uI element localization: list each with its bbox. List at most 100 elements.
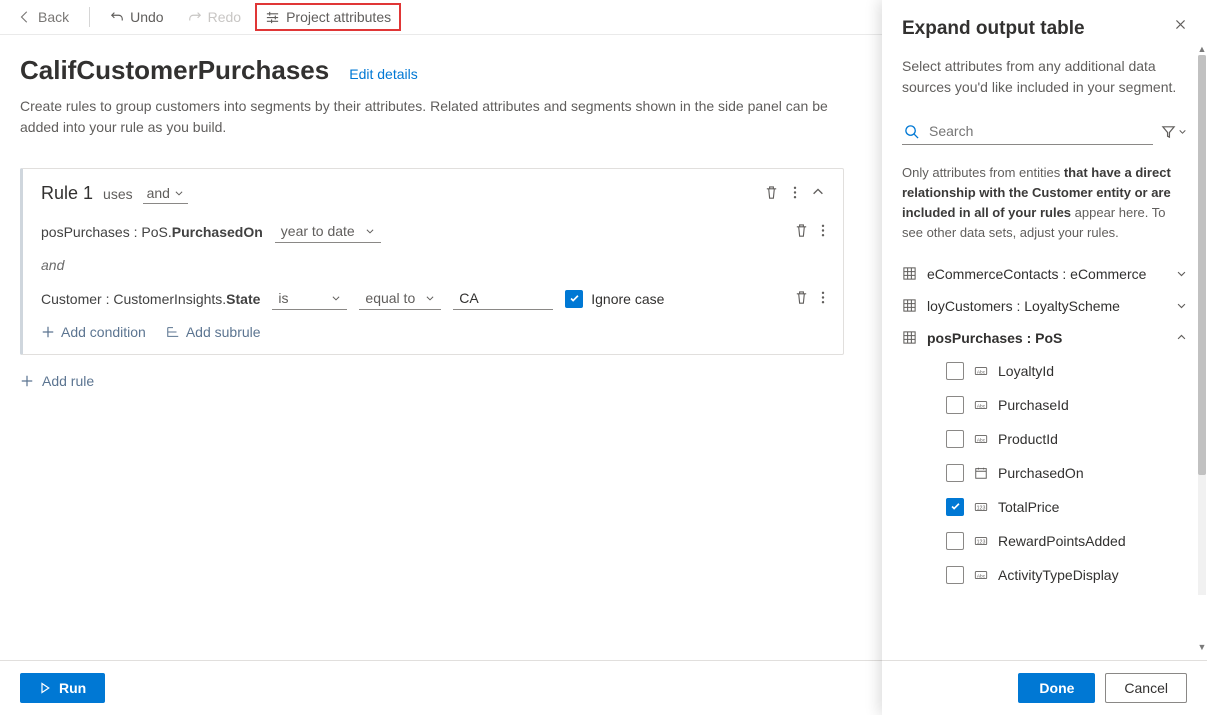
table-icon [902, 266, 917, 281]
datatype-icon: Abc [974, 568, 988, 582]
entity-row[interactable]: loyCustomers : LoyaltyScheme [902, 290, 1187, 322]
attribute-checkbox[interactable] [946, 498, 964, 516]
rule-operator-label: and [147, 185, 170, 201]
svg-text:Abc: Abc [977, 369, 986, 375]
panel-footer: Done Cancel [882, 660, 1207, 715]
plus-icon [20, 374, 34, 388]
datatype-icon: Abc [974, 398, 988, 412]
scroll-up-arrow[interactable]: ▲ [1197, 44, 1207, 54]
rule-card: Rule 1 uses and posPurch [20, 168, 844, 355]
rule-more-button[interactable] [793, 185, 797, 203]
attribute-row[interactable]: 123 RewardPointsAdded [902, 524, 1187, 558]
chevron-down-icon [174, 188, 184, 198]
condition-2-is-dropdown[interactable]: is [272, 287, 347, 310]
undo-button[interactable]: Undo [100, 3, 173, 31]
condition-1-more-button[interactable] [821, 223, 825, 241]
toolbar-separator [89, 7, 90, 27]
add-condition-button[interactable]: Add condition [41, 324, 146, 340]
table-icon [902, 298, 917, 313]
search-input[interactable] [927, 122, 1151, 140]
svg-text:Abc: Abc [977, 403, 986, 409]
attribute-label: LoyaltyId [998, 363, 1054, 379]
datatype-icon [974, 466, 988, 480]
play-icon [39, 682, 51, 694]
scrollbar-thumb[interactable] [1198, 55, 1206, 475]
delete-condition-1-button[interactable] [794, 223, 809, 241]
condition-row-2: Customer : CustomerInsights.State is equ… [41, 287, 825, 310]
attribute-row[interactable]: Abc ProductId [902, 422, 1187, 456]
entity-label: loyCustomers : LoyaltyScheme [927, 298, 1120, 314]
ignore-case-checkbox[interactable] [565, 290, 583, 308]
undo-icon [110, 10, 124, 24]
attribute-checkbox[interactable] [946, 396, 964, 414]
datatype-icon: 123 [974, 534, 988, 548]
chevron-down-icon [365, 226, 375, 236]
redo-icon [188, 10, 202, 24]
edit-details-link[interactable]: Edit details [349, 66, 417, 82]
chevron-down-icon [1178, 127, 1187, 136]
back-label: Back [38, 9, 69, 25]
attribute-label: PurchaseId [998, 397, 1069, 413]
delete-condition-2-button[interactable] [794, 290, 809, 308]
expand-output-panel: ▲ ▼ Expand output table Select attribute… [882, 0, 1207, 715]
condition-1-operator-dropdown[interactable]: year to date [275, 220, 381, 243]
condition-2-attribute: Customer : CustomerInsights.State [41, 291, 260, 307]
redo-button[interactable]: Redo [178, 3, 251, 31]
filter-button[interactable] [1161, 124, 1187, 139]
attribute-checkbox[interactable] [946, 362, 964, 380]
table-icon [902, 330, 917, 345]
search-icon [904, 124, 919, 139]
attribute-row[interactable]: 123 TotalPrice [902, 490, 1187, 524]
attribute-label: TotalPrice [998, 499, 1059, 515]
rule-title: Rule 1 [41, 183, 93, 204]
search-input-wrapper[interactable] [902, 118, 1153, 145]
svg-text:Abc: Abc [977, 573, 986, 579]
entity-row[interactable]: posPurchases : PoS [902, 322, 1187, 354]
rule-operator-dropdown[interactable]: and [143, 183, 188, 204]
svg-text:123: 123 [977, 505, 986, 511]
subrule-icon [166, 325, 180, 339]
project-attributes-icon [265, 10, 280, 25]
panel-subtitle: Select attributes from any additional da… [902, 56, 1187, 98]
attribute-label: PurchasedOn [998, 465, 1084, 481]
undo-label: Undo [130, 9, 163, 25]
condition-2-more-button[interactable] [821, 290, 825, 308]
condition-1-attribute: posPurchases : PoS.PurchasedOn [41, 224, 263, 240]
arrow-left-icon [18, 10, 32, 24]
attribute-label: ActivityTypeDisplay [998, 567, 1119, 583]
attribute-checkbox[interactable] [946, 430, 964, 448]
add-subrule-button[interactable]: Add subrule [166, 324, 261, 340]
scroll-down-arrow[interactable]: ▼ [1197, 642, 1207, 652]
ignore-case-label: Ignore case [591, 291, 664, 307]
attribute-row[interactable]: PurchasedOn [902, 456, 1187, 490]
redo-label: Redo [208, 9, 241, 25]
attribute-checkbox[interactable] [946, 464, 964, 482]
attribute-row[interactable]: Abc ActivityTypeDisplay [902, 558, 1187, 592]
attribute-checkbox[interactable] [946, 532, 964, 550]
attribute-row[interactable]: Abc LoyaltyId [902, 354, 1187, 388]
done-button[interactable]: Done [1018, 673, 1095, 703]
entity-row[interactable]: eCommerceContacts : eCommerce [902, 258, 1187, 290]
datatype-icon: Abc [974, 432, 988, 446]
rule-uses-label: uses [103, 186, 133, 202]
chevron-down-icon [331, 293, 341, 303]
delete-rule-button[interactable] [764, 185, 779, 203]
project-attributes-button[interactable]: Project attributes [255, 3, 401, 31]
panel-title: Expand output table [902, 18, 1085, 40]
run-button[interactable]: Run [20, 673, 105, 703]
panel-note: Only attributes from entities that have … [902, 163, 1187, 244]
condition-2-operator-dropdown[interactable]: equal to [359, 287, 441, 310]
plus-icon [41, 325, 55, 339]
svg-text:Abc: Abc [977, 437, 986, 443]
collapse-rule-button[interactable] [811, 185, 825, 202]
attribute-label: RewardPointsAdded [998, 533, 1126, 549]
panel-cancel-button[interactable]: Cancel [1105, 673, 1187, 703]
back-button[interactable]: Back [8, 3, 79, 31]
and-connector: and [41, 257, 825, 273]
attribute-row[interactable]: Abc PurchaseId [902, 388, 1187, 422]
entity-label: eCommerceContacts : eCommerce [927, 266, 1146, 282]
panel-close-button[interactable] [1174, 18, 1187, 35]
attribute-checkbox[interactable] [946, 566, 964, 584]
condition-2-value-input[interactable] [453, 287, 553, 310]
scrollbar-track[interactable] [1198, 55, 1206, 595]
